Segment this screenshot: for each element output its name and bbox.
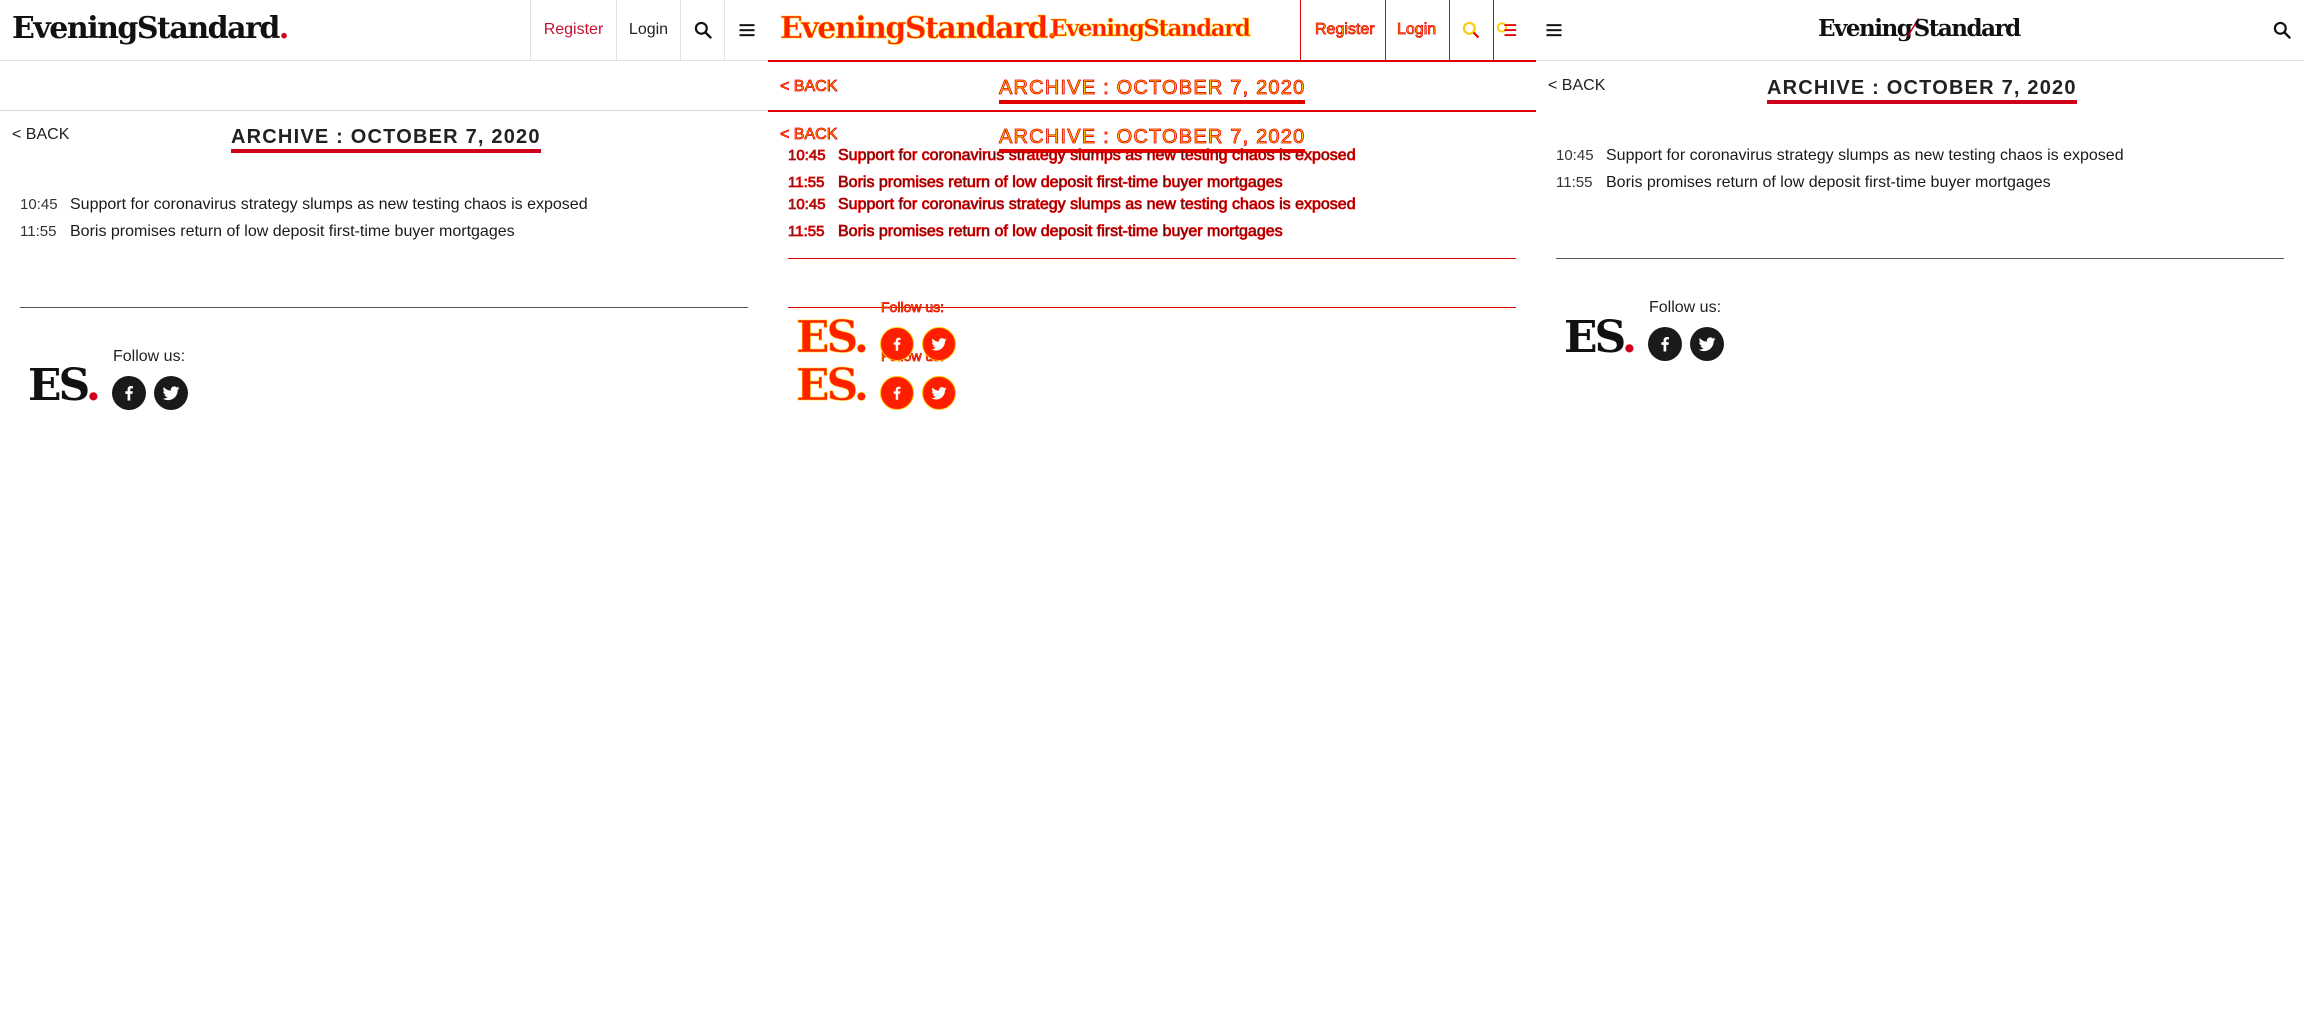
panel-desktop: EveningStandard. Register Login < BACK A… — [0, 0, 768, 1024]
article-headline[interactable]: Boris promises return of low deposit fir… — [70, 223, 515, 241]
ad-strip-divider — [0, 110, 768, 111]
overlay-row: 10:45 Support for coronavirus strategy sl… — [788, 196, 1356, 214]
overlay-back: < BACK — [780, 78, 838, 96]
login-link[interactable]: Login — [616, 0, 680, 60]
search-icon — [2273, 21, 2291, 39]
follow-label: Follow us: — [1649, 299, 1722, 316]
header-nav: Register Login — [530, 0, 768, 60]
overlay-title: ARCHIVE : OCTOBER 7, 2020 — [999, 77, 1306, 104]
footer-divider — [20, 307, 748, 308]
list-item[interactable]: 10:45 Support for coronavirus strategy s… — [1556, 147, 2124, 165]
page-title: ARCHIVE : OCTOBER 7, 2020 — [1767, 77, 2077, 104]
footer-divider — [1556, 258, 2284, 259]
article-headline[interactable]: Boris promises return of low deposit fir… — [1606, 174, 2051, 192]
menu-button[interactable] — [1544, 20, 1564, 45]
site-logo[interactable]: Evening⁄Standard — [1818, 15, 2021, 42]
overlay-search-menu-icon — [1496, 22, 1517, 36]
overlay-logo-mobile: EveningStandard — [1050, 15, 1251, 43]
overlay-divider — [1385, 0, 1386, 60]
overlay-logo-desktop: EveningStandard. — [780, 11, 1058, 47]
back-link[interactable]: < BACK — [1548, 77, 1605, 95]
article-time: 10:45 — [1556, 147, 1594, 164]
overlay-login: Login — [1397, 21, 1437, 39]
overlay-divider — [1493, 0, 1494, 60]
list-item[interactable]: 10:45 Support for coronavirus strategy s… — [20, 196, 588, 214]
twitter-icon — [162, 386, 180, 401]
overlay-row: 11:55 Boris promises return of low deposi… — [788, 223, 1283, 241]
overlay-twitter-icon — [922, 327, 956, 361]
site-header: EveningStandard. Register Login — [0, 0, 768, 61]
es-logo[interactable]: ES. — [28, 360, 101, 411]
facebook-button[interactable] — [1648, 327, 1682, 361]
search-button[interactable] — [680, 0, 724, 60]
menu-button[interactable] — [724, 0, 768, 60]
back-link[interactable]: < BACK — [12, 126, 69, 144]
overlay-search-icon — [1462, 21, 1480, 39]
hamburger-icon — [1546, 24, 1562, 37]
overlay-facebook-icon — [880, 327, 914, 361]
site-logo[interactable]: EveningStandard. — [12, 11, 289, 46]
article-time: 11:55 — [20, 223, 57, 240]
overlay-facebook-icon — [880, 376, 914, 410]
search-icon — [694, 21, 712, 39]
es-logo[interactable]: ES. — [1564, 312, 1637, 363]
twitter-button[interactable] — [1690, 327, 1724, 361]
overlay-es-logo: ES. — [796, 312, 870, 364]
panel-diff-overlay: EveningStandard. EveningStandard Registe… — [768, 0, 1536, 1024]
overlay-es-logo: ES. — [796, 360, 870, 412]
register-link[interactable]: Register — [530, 0, 616, 60]
overlay-header-line — [768, 60, 1536, 62]
follow-label: Follow us: — [113, 348, 186, 365]
search-button[interactable] — [2272, 20, 2292, 45]
overlay-strip-line — [768, 110, 1536, 112]
facebook-icon — [125, 386, 133, 401]
overlay-divider — [1300, 0, 1301, 60]
overlay-follow: Follow us: — [881, 299, 945, 316]
overlay-row: 11:55 Boris promises return of low deposi… — [788, 174, 1283, 192]
article-headline[interactable]: Support for coronavirus strategy slumps … — [70, 196, 588, 214]
list-item[interactable]: 11:55 Boris promises return of low depos… — [20, 223, 515, 241]
overlay-rule — [788, 258, 1516, 259]
overlay-register: Register — [1315, 21, 1375, 39]
facebook-icon — [1661, 337, 1669, 352]
overlay-twitter-icon — [922, 376, 956, 410]
article-headline[interactable]: Support for coronavirus strategy slumps … — [1606, 147, 2124, 165]
hamburger-icon — [739, 24, 754, 37]
overlay-back: < BACK — [780, 126, 838, 144]
facebook-button[interactable] — [112, 376, 146, 410]
twitter-button[interactable] — [154, 376, 188, 410]
article-time: 10:45 — [20, 196, 58, 213]
overlay-row: 10:45 Support for coronavirus strategy sl… — [788, 147, 1356, 165]
site-header: Evening⁄Standard — [1536, 0, 2304, 61]
twitter-icon — [1698, 337, 1716, 352]
overlay-divider — [1449, 0, 1450, 60]
page-title: ARCHIVE : OCTOBER 7, 2020 — [231, 126, 541, 153]
panel-mobile: Evening⁄Standard < BACK ARCHIVE : OCTOBE… — [1536, 0, 2304, 1024]
article-time: 11:55 — [1556, 174, 1593, 191]
list-item[interactable]: 11:55 Boris promises return of low depos… — [1556, 174, 2051, 192]
